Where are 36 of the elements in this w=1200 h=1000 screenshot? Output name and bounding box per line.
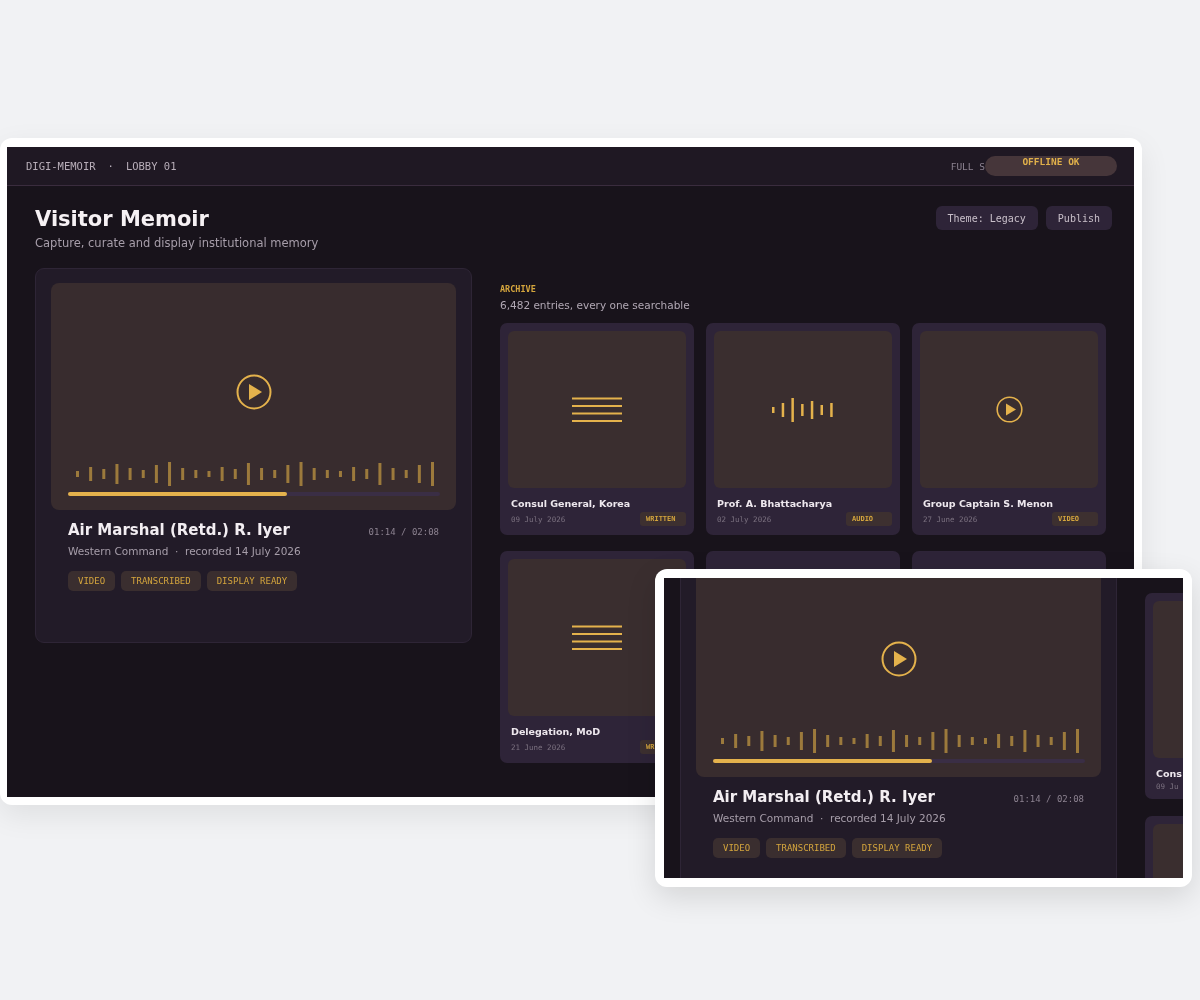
card-title: Consul General, Korea [511, 498, 632, 509]
card-title: Group Captain S. Menon [923, 498, 1055, 509]
playback-time: 01:14 / 02:08 [368, 527, 439, 537]
card-title: Cons [1156, 768, 1183, 779]
header-button[interactable]: Theme: Legacy [935, 206, 1038, 230]
waveform-icon [772, 397, 834, 422]
header-button[interactable]: Publish [1045, 206, 1112, 230]
progress-bar[interactable] [68, 492, 440, 496]
play-icon[interactable] [880, 641, 917, 677]
tag: TRANSCRIBED [766, 838, 846, 858]
memoir-title: Air Marshal (Retd.) R. Iyer [713, 788, 935, 806]
memoir-title: Air Marshal (Retd.) R. Iyer [68, 521, 290, 539]
separator: · [107, 160, 114, 172]
page-subtitle: Capture, curate and display institutional memory [35, 236, 319, 250]
card-title: Prof. A. Bhattacharya [717, 498, 834, 509]
app-name: DIGI-MEMOIR [26, 160, 96, 172]
location-label: LOBBY 01 [125, 160, 177, 172]
tag: DISPLAY READY [206, 571, 298, 591]
playback-time: 01:14 / 02:08 [1013, 794, 1084, 804]
memoir-subtitle: Western Command · recorded 14 July 2026 [713, 812, 947, 824]
text-lines-icon [572, 396, 622, 423]
tag: DISPLAY READY [851, 838, 943, 858]
play-icon[interactable] [235, 374, 272, 410]
card-title: Delegation, MoD [511, 726, 602, 737]
section-label: ARCHIVE [500, 284, 537, 294]
tag: VIDEO [68, 571, 116, 591]
memoir-subtitle: Western Command · recorded 14 July 2026 [68, 545, 302, 557]
text-lines-icon [572, 624, 622, 651]
tag: TRANSCRIBED [121, 571, 201, 591]
play-icon [995, 396, 1023, 423]
page-title: Visitor Memoir [35, 206, 210, 232]
entry-count: 6,482 entries, every one searchable [500, 299, 691, 311]
mode-label: FULL S [950, 160, 985, 172]
progress-bar[interactable] [713, 759, 1085, 763]
tag: VIDEO [713, 838, 761, 858]
status-pill: OFFLINE OK [985, 156, 1117, 176]
